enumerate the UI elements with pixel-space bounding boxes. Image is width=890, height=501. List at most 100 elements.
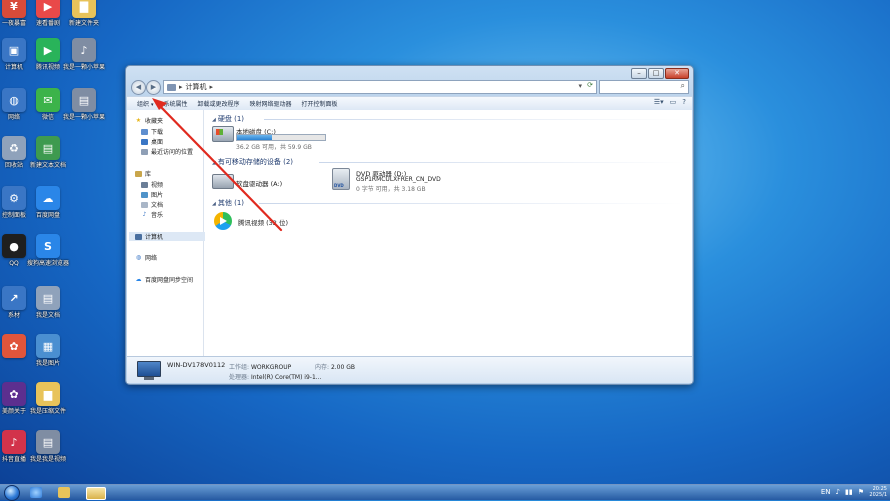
group-other[interactable]: ◢ 其他 (1) xyxy=(212,198,244,208)
desktop-icon-label: 新建文件夹 xyxy=(68,20,99,27)
breadcrumb-chevron-icon[interactable]: ▸ xyxy=(210,83,214,91)
workgroup-label: 工作组: xyxy=(229,364,250,371)
system-tray: EN ♪ ▮▮ ⚑ xyxy=(821,488,864,496)
desktop-icon[interactable]: ☁ 百度网盘 xyxy=(26,186,70,219)
desktop-icon[interactable]: ▤ 我是一颗小苹果 xyxy=(62,88,106,121)
organize-button[interactable]: 组织 ▾ xyxy=(137,99,153,108)
desktop-icon[interactable]: S 搜狗高速浏览器 xyxy=(26,234,70,267)
desktop-icon[interactable]: ▤ 新建文本文档 xyxy=(26,136,70,169)
drive-a-name: 软盘驱动器 (A:) xyxy=(236,180,283,188)
cpu-value: Intel(R) Core(TM) i9-1... xyxy=(250,374,322,381)
desktop-icon-label: 我是压缩文件 xyxy=(29,408,66,415)
desktop-icon-image-icon: ☁ xyxy=(36,186,60,210)
clock[interactable]: 20:25 2025/1 xyxy=(869,486,887,498)
group-divider xyxy=(319,162,684,163)
computer-icon xyxy=(167,83,176,91)
download-folder-icon xyxy=(141,128,148,135)
group-hard-disk[interactable]: ◢ 硬盘 (1) xyxy=(212,114,244,124)
nav-downloads[interactable]: 下载 xyxy=(141,127,163,136)
desktop-icon[interactable]: ▤ 我是我是视频 xyxy=(26,430,70,463)
nav-pictures-label: 图片 xyxy=(151,192,164,199)
desktop-icon-image-icon: ⚙ xyxy=(2,186,26,210)
desktop-icon[interactable]: ▆ 我是压缩文件 xyxy=(26,382,70,415)
nav-favorites[interactable]: ★ 收藏夹 xyxy=(135,116,163,125)
nav-recent[interactable]: 最近访问的位置 xyxy=(141,147,193,156)
computer-name: WIN-DV178V0112 xyxy=(167,361,226,369)
desktop-icon[interactable]: ▦ 我是图片 xyxy=(26,334,70,367)
desktop-icon-label: 搜狗高速浏览器 xyxy=(26,260,69,267)
organize-dropdown-icon: ▾ xyxy=(150,102,154,108)
desktop-icon-label: 我是文档 xyxy=(35,312,60,319)
desktop-icon-image-icon: ✿ xyxy=(2,382,26,406)
group-removable[interactable]: ◢ 有可移动存储的设备 (2) xyxy=(212,157,293,167)
computer-large-icon xyxy=(137,361,161,380)
desktop-icon-image-icon: ▤ xyxy=(36,136,60,160)
back-button[interactable]: ◀ xyxy=(131,80,146,95)
nav-documents[interactable]: 文档 xyxy=(141,200,163,209)
uninstall-program-button[interactable]: 卸载或更改程序 xyxy=(197,99,239,108)
tencent-video-item[interactable]: 腾讯视频 (32 位) xyxy=(214,212,324,232)
desktop-icon-label: 我是我是视频 xyxy=(29,456,66,463)
star-icon: ★ xyxy=(135,116,142,124)
nav-network[interactable]: ◍ 网络 xyxy=(135,253,157,262)
help-icon[interactable]: ? xyxy=(682,98,686,106)
title-bar[interactable]: – □ ✕ xyxy=(126,66,693,79)
address-bar[interactable]: ▸ 计算机 ▸ ▾ ⟳ xyxy=(163,80,597,94)
map-network-drive-button[interactable]: 映射网络驱动器 xyxy=(249,99,291,108)
address-text[interactable]: 计算机 xyxy=(186,82,207,92)
desktop-icon-image-icon: ▣ xyxy=(2,38,26,62)
desktop-icon[interactable]: ▇ 新建文件夹 xyxy=(62,0,106,27)
start-button[interactable] xyxy=(4,485,20,501)
nav-computer-label: 计算机 xyxy=(145,234,164,241)
taskbar: EN ♪ ▮▮ ⚑ 20:25 2025/1 xyxy=(0,484,890,501)
search-input[interactable]: ⌕ xyxy=(599,80,689,94)
nav-baidu-sync[interactable]: ☁ 百度网盘同步空间 xyxy=(135,275,194,284)
search-icon[interactable]: ⌕ xyxy=(681,81,685,91)
forward-button[interactable]: ▶ xyxy=(146,80,161,95)
tray-icon[interactable]: ♪ xyxy=(836,488,840,496)
explorer-taskbar-icon[interactable] xyxy=(86,487,106,500)
tray-icon[interactable]: ▮▮ xyxy=(845,488,853,496)
maximize-button[interactable]: □ xyxy=(648,68,664,79)
navigation-bar: ◀ ▶ ▸ 计算机 ▸ ▾ ⟳ ⌕ xyxy=(129,79,690,95)
drive-a[interactable]: 软盘驱动器 (A:) xyxy=(212,174,322,194)
nav-music[interactable]: ♪ 音乐 xyxy=(141,210,163,219)
nav-pictures[interactable]: 图片 xyxy=(141,190,163,199)
system-properties-button[interactable]: 系统属性 xyxy=(163,99,187,108)
tray-icon[interactable]: EN xyxy=(821,488,831,496)
nav-desktop[interactable]: 桌面 xyxy=(141,137,163,146)
nav-computer[interactable]: 计算机 xyxy=(129,232,205,241)
command-bar: 组织 ▾ 系统属性 卸载或更改程序 映射网络驱动器 打开控制面板 ☰▾ ▭ ? xyxy=(127,96,692,111)
memory-label: 内存: xyxy=(315,364,330,371)
drive-c[interactable]: 本地磁盘 (C:) 36.2 GB 可用，共 59.9 GB xyxy=(212,126,342,152)
nav-favorites-label: 收藏夹 xyxy=(145,118,164,125)
cpu-row: 处理器: Intel(R) Core(TM) i9-1... xyxy=(229,372,322,381)
breadcrumb-separator-icon: ▸ xyxy=(179,83,183,91)
collapse-icon: ◢ xyxy=(212,117,216,123)
desktop-folder-icon xyxy=(141,138,148,145)
desktop-icon[interactable]: ▤ 我是文档 xyxy=(26,286,70,319)
desktop-icon[interactable]: ♪ 我是一颗小苹果 xyxy=(62,38,106,71)
dvd-drive-icon xyxy=(332,168,350,190)
nav-videos-label: 视频 xyxy=(151,182,164,189)
open-control-panel-button[interactable]: 打开控制面板 xyxy=(302,99,338,108)
tray-icon[interactable]: ⚑ xyxy=(858,488,864,496)
refresh-icon[interactable]: ⟳ xyxy=(587,81,593,89)
nav-videos[interactable]: 视频 xyxy=(141,180,163,189)
desktop-icon-image-icon: S xyxy=(36,234,60,258)
group-divider xyxy=(259,203,684,204)
desktop-icon-image-icon: ↗ xyxy=(2,286,26,310)
minimize-button[interactable]: – xyxy=(631,68,647,79)
close-button[interactable]: ✕ xyxy=(665,68,689,79)
drive-d-label: GSP1RMCULXFRER_CN_DVD xyxy=(356,176,441,183)
preview-pane-icon[interactable]: ▭ xyxy=(670,98,677,106)
media-player-icon[interactable] xyxy=(58,487,70,498)
nav-libraries[interactable]: 库 xyxy=(135,169,151,178)
desktop-icon-image-icon: ✉ xyxy=(36,88,60,112)
ie-icon[interactable] xyxy=(30,487,42,498)
desktop-icon-image-icon: ▤ xyxy=(36,286,60,310)
workgroup-row: 工作组: WORKGROUP xyxy=(229,362,291,371)
drive-d[interactable]: DVD 驱动器 (D:) GSP1RMCULXFRER_CN_DVD 0 字节 … xyxy=(332,168,462,194)
view-options-icon[interactable]: ☰▾ xyxy=(654,98,664,106)
address-dropdown-icon[interactable]: ▾ xyxy=(578,82,582,90)
